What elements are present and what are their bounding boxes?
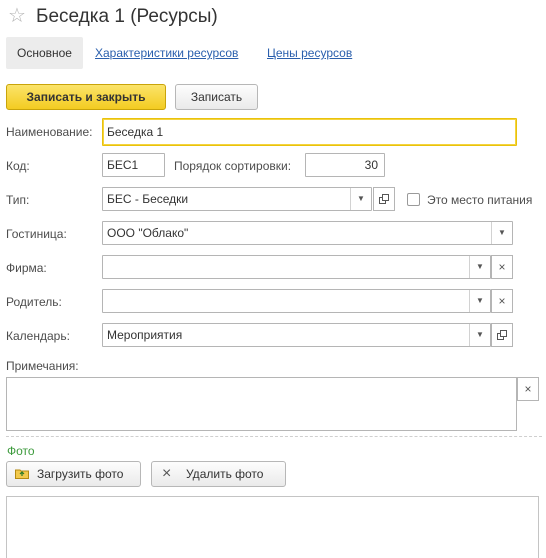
firm-label: Фирма:	[6, 261, 47, 275]
sort-order-field[interactable]: 30	[305, 153, 385, 177]
upload-photo-button[interactable]: Загрузить фото	[6, 461, 141, 487]
photo-group-title: Фото	[7, 444, 35, 458]
close-icon: ×	[498, 260, 506, 274]
close-icon: ×	[162, 465, 172, 482]
chevron-down-icon[interactable]: ▼	[469, 256, 490, 278]
tab-resource-prices[interactable]: Цены ресурсов	[267, 37, 352, 69]
delete-photo-label: Удалить фото	[186, 467, 264, 481]
type-label: Тип:	[6, 193, 30, 207]
type-value: БЕС - Беседки	[107, 192, 189, 206]
clear-parent-button[interactable]: ×	[491, 289, 513, 313]
section-divider	[6, 436, 542, 437]
chevron-down-icon[interactable]: ▼	[469, 324, 490, 346]
calendar-label: Календарь:	[6, 329, 70, 343]
type-field[interactable]: БЕС - Беседки ▼	[102, 187, 372, 211]
code-label: Код:	[6, 159, 30, 173]
folder-upload-icon	[15, 469, 29, 479]
save-and-close-button[interactable]: Записать и закрыть	[6, 84, 166, 110]
delete-photo-button[interactable]: × Удалить фото	[151, 461, 286, 487]
close-icon: ×	[524, 382, 532, 396]
favorite-star-icon[interactable]: ☆	[8, 4, 26, 28]
open-type-button[interactable]	[373, 187, 395, 211]
close-icon: ×	[498, 294, 506, 308]
chevron-down-icon[interactable]: ▼	[469, 290, 490, 312]
hotel-field[interactable]: ООО "Облако" ▼	[102, 221, 513, 245]
code-value: БЕС1	[107, 158, 139, 172]
parent-field[interactable]: ▼	[102, 289, 491, 313]
tab-resource-characteristics[interactable]: Характеристики ресурсов	[95, 37, 238, 69]
parent-label: Родитель:	[6, 295, 62, 309]
notes-textarea[interactable]	[6, 377, 517, 431]
calendar-value: Мероприятия	[107, 328, 183, 342]
hotel-value: ООО "Облако"	[107, 226, 189, 240]
open-calendar-button[interactable]	[491, 323, 513, 347]
food-place-checkbox[interactable]	[407, 193, 420, 206]
code-field[interactable]: БЕС1	[102, 153, 165, 177]
notes-label: Примечания:	[6, 359, 79, 373]
window-title: Беседка 1 (Ресурсы)	[36, 6, 218, 27]
open-link-icon	[379, 194, 389, 204]
calendar-field[interactable]: Мероприятия ▼	[102, 323, 491, 347]
open-link-icon	[497, 330, 507, 340]
photo-preview-area	[6, 496, 539, 558]
food-place-label: Это место питания	[427, 193, 533, 207]
save-button[interactable]: Записать	[175, 84, 258, 110]
sort-order-label: Порядок сортировки:	[174, 159, 292, 173]
name-value: Беседка 1	[107, 125, 164, 139]
chevron-down-icon[interactable]: ▼	[491, 222, 512, 244]
name-label: Наименование:	[6, 125, 93, 139]
clear-notes-button[interactable]: ×	[517, 377, 539, 401]
upload-photo-label: Загрузить фото	[37, 467, 124, 481]
hotel-label: Гостиница:	[6, 227, 67, 241]
clear-firm-button[interactable]: ×	[491, 255, 513, 279]
tab-main[interactable]: Основное	[6, 37, 83, 69]
chevron-down-icon[interactable]: ▼	[350, 188, 371, 210]
firm-field[interactable]: ▼	[102, 255, 491, 279]
sort-order-value: 30	[364, 158, 378, 172]
name-field[interactable]: Беседка 1	[102, 118, 517, 146]
